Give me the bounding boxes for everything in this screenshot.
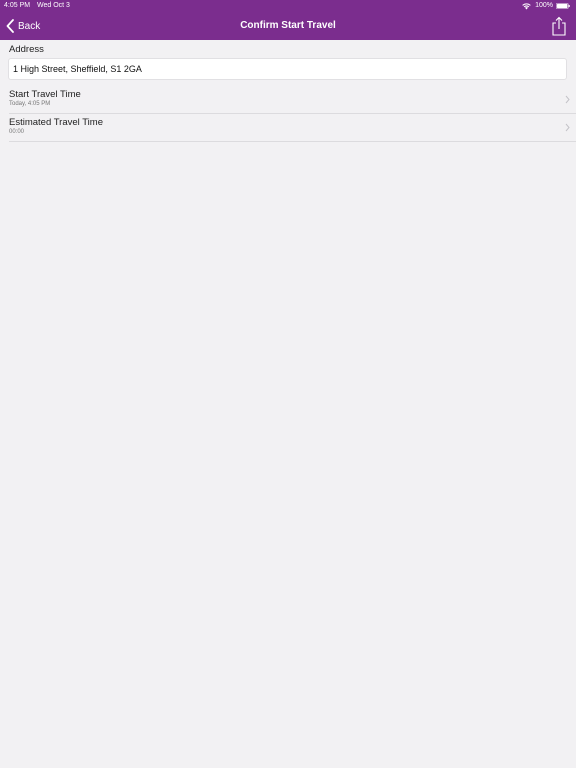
address-label: Address bbox=[9, 44, 44, 55]
battery-icon bbox=[556, 3, 570, 9]
wifi-icon bbox=[522, 2, 531, 9]
address-field[interactable] bbox=[8, 58, 567, 80]
start-travel-time-row[interactable]: Start Travel Time Today, 4:05 PM bbox=[9, 86, 576, 114]
chevron-right-icon bbox=[565, 95, 570, 104]
battery-percent: 100% bbox=[535, 2, 553, 9]
chevron-left-icon bbox=[6, 19, 14, 33]
status-date: Wed Oct 3 bbox=[37, 2, 70, 9]
status-indicators: 100% bbox=[522, 0, 570, 12]
status-time: 4:05 PM bbox=[4, 2, 31, 9]
estimated-travel-time-label: Estimated Travel Time bbox=[9, 117, 103, 128]
status-bar: 4:05 PM Wed Oct 3 100% bbox=[0, 0, 576, 12]
navigation-bar: Back Confirm Start Travel bbox=[0, 12, 576, 40]
share-icon[interactable] bbox=[552, 16, 566, 36]
start-travel-time-label: Start Travel Time bbox=[9, 89, 81, 100]
chevron-right-icon bbox=[565, 123, 570, 132]
estimated-travel-time-value: 00:00 bbox=[9, 129, 25, 135]
top-bar: 4:05 PM Wed Oct 3 100% Back Confirm Star… bbox=[0, 0, 576, 40]
back-label: Back bbox=[18, 20, 41, 32]
estimated-travel-time-row[interactable]: Estimated Travel Time 00:00 bbox=[9, 114, 576, 142]
back-button[interactable]: Back bbox=[6, 12, 40, 40]
start-travel-time-value: Today, 4:05 PM bbox=[9, 101, 51, 107]
page-title: Confirm Start Travel bbox=[240, 20, 336, 31]
